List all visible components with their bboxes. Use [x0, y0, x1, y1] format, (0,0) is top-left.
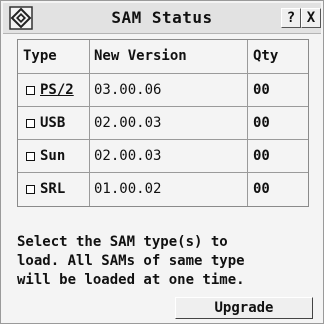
dialog-title: SAM Status [111, 8, 213, 27]
header-type: Type [23, 48, 57, 64]
type-text: PS/2 [40, 82, 74, 98]
row-separator [18, 139, 308, 140]
sam-table: Type New Version Qty PS/2 03.00.06 00 US… [17, 39, 309, 207]
type-label-ps2[interactable]: PS/2 [40, 80, 74, 100]
version-sun: 02.00.03 [94, 148, 162, 164]
qty-srl: 00 [253, 181, 270, 197]
header-qty: Qty [253, 48, 279, 64]
upgrade-button[interactable]: Upgrade [175, 297, 313, 319]
type-label-usb[interactable]: USB [40, 113, 65, 133]
version-ps2: 03.00.06 [94, 82, 162, 98]
row-separator [18, 106, 308, 107]
header-new-version: New Version [94, 48, 187, 64]
row-separator [18, 73, 308, 74]
instruction-text: Select the SAM type(s) to load. All SAMs… [17, 234, 245, 288]
version-usb: 02.00.03 [94, 115, 162, 131]
checkbox-usb[interactable] [26, 119, 35, 128]
column-separator [89, 40, 90, 206]
qty-usb: 00 [253, 115, 270, 131]
checkbox-ps2[interactable] [26, 86, 35, 95]
type-text: Sun [40, 148, 66, 164]
type-label-sun[interactable]: Sun [40, 146, 65, 166]
row-separator [18, 172, 308, 173]
column-separator [247, 40, 248, 206]
checkbox-srl[interactable] [26, 185, 35, 194]
help-button[interactable]: ? [281, 8, 301, 28]
type-label-srl[interactable]: SRL [40, 179, 65, 199]
checkbox-sun[interactable] [26, 152, 35, 161]
version-srl: 01.00.02 [94, 181, 162, 197]
close-button[interactable]: X [301, 8, 321, 28]
title-bar: SAM Status ? X [3, 3, 321, 34]
sam-status-dialog: SAM Status ? X Type New Version Qty PS/2… [0, 0, 324, 324]
type-text: SRL [40, 181, 66, 197]
type-text: USB [40, 115, 66, 131]
qty-sun: 00 [253, 148, 270, 164]
qty-ps2: 00 [253, 82, 270, 98]
